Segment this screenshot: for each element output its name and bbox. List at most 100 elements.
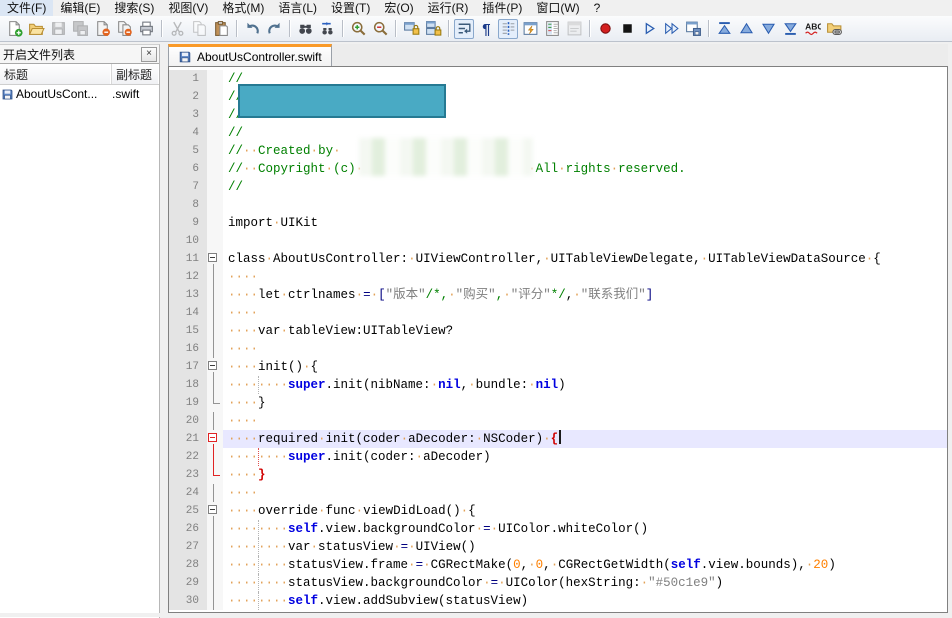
code-text[interactable]: ········var·statusView·=·UIView(): [223, 538, 947, 556]
code-line-13[interactable]: 13 ····let·ctrlnames·=·["版本"/*,·"购买",·"评分…: [169, 286, 947, 304]
code-area[interactable]: 1//2//3//4//5//··Created·by· 6//··Copyrig…: [168, 66, 948, 613]
code-text[interactable]: ····: [223, 304, 947, 322]
menu-item-10[interactable]: 窗口(W): [529, 0, 586, 16]
code-text[interactable]: ····}: [223, 466, 947, 484]
code-text[interactable]: ····override·func·viewDidLoad()·{: [223, 502, 947, 520]
code-line-11[interactable]: 11 class·AboutUsController:·UIViewControl…: [169, 250, 947, 268]
code-text[interactable]: class·AboutUsController:·UIViewControlle…: [223, 250, 947, 268]
code-text[interactable]: [223, 232, 947, 250]
indent-guide-button[interactable]: [498, 18, 518, 39]
cut-button[interactable]: [167, 19, 187, 39]
code-line-16[interactable]: 16 ····: [169, 340, 947, 358]
new-file-button[interactable]: [4, 19, 24, 39]
code-text[interactable]: [223, 196, 947, 214]
menu-item-4[interactable]: 格式(M): [215, 0, 271, 16]
nav-first-button[interactable]: [714, 19, 734, 39]
menu-item-11[interactable]: ?: [587, 0, 608, 16]
spell-check-button[interactable]: [802, 19, 822, 39]
menu-item-9[interactable]: 插件(P): [475, 0, 529, 16]
fold-marker[interactable]: [207, 430, 223, 448]
print-button[interactable]: [136, 19, 156, 39]
code-line-26[interactable]: 26 ········self.view.backgroundColor·=·UI…: [169, 520, 947, 538]
close-file-button[interactable]: [92, 19, 112, 39]
menu-item-1[interactable]: 编辑(E): [53, 0, 107, 16]
code-line-15[interactable]: 15 ····var·tableView:UITableView?: [169, 322, 947, 340]
column-header-0[interactable]: 标题: [0, 64, 112, 84]
code-line-12[interactable]: 12 ····: [169, 268, 947, 286]
macro-stop-button[interactable]: [617, 19, 637, 39]
menu-item-6[interactable]: 设置(T): [324, 0, 377, 16]
macro-play-button[interactable]: [639, 19, 659, 39]
code-line-29[interactable]: 29 ········statusView.backgroundColor·=·U…: [169, 574, 947, 592]
code-line-4[interactable]: 4 //: [169, 124, 947, 142]
code-text[interactable]: import·UIKit: [223, 214, 947, 232]
menu-item-7[interactable]: 宏(O): [377, 0, 420, 16]
nav-last-button[interactable]: [780, 19, 800, 39]
code-line-24[interactable]: 24 ····: [169, 484, 947, 502]
fold-marker[interactable]: [207, 358, 223, 376]
code-text[interactable]: ····let·ctrlnames·=·["版本"/*,·"购买",·"评分"*…: [223, 286, 947, 304]
code-text[interactable]: ····: [223, 340, 947, 358]
code-text[interactable]: ········super.init(nibName:·nil,·bundle:…: [223, 376, 947, 394]
menu-item-3[interactable]: 视图(V): [161, 0, 215, 16]
macro-save-button[interactable]: [683, 19, 703, 39]
copy-button[interactable]: [189, 19, 209, 39]
tab-aboutuscontroller[interactable]: AboutUsController.swift: [168, 44, 332, 66]
code-line-27[interactable]: 27 ········var·statusView·=·UIView(): [169, 538, 947, 556]
sync-horizontal-button[interactable]: [423, 19, 443, 39]
code-text[interactable]: //: [223, 178, 947, 196]
folder-as-workspace-button[interactable]: [824, 19, 844, 39]
code-text[interactable]: ········self.view.addSubview(statusView): [223, 592, 947, 610]
code-text[interactable]: ········statusView.frame·=·CGRectMake(0,…: [223, 556, 947, 574]
code-text[interactable]: ····}: [223, 394, 947, 412]
nav-previous-button[interactable]: [736, 19, 756, 39]
code-text[interactable]: ····var·tableView:UITableView?: [223, 322, 947, 340]
macro-record-button[interactable]: [595, 19, 615, 39]
menu-item-5[interactable]: 语言(L): [271, 0, 324, 16]
code-line-19[interactable]: 19 ····}: [169, 394, 947, 412]
paste-button[interactable]: [211, 19, 231, 39]
nav-next-button[interactable]: [758, 19, 778, 39]
menu-item-2[interactable]: 搜索(S): [107, 0, 161, 16]
code-line-14[interactable]: 14 ····: [169, 304, 947, 322]
code-text[interactable]: //··Created·by·: [223, 142, 947, 160]
redo-button[interactable]: [264, 19, 284, 39]
zoom-in-button[interactable]: [348, 19, 368, 39]
show-all-characters-button[interactable]: [476, 19, 496, 39]
replace-button[interactable]: [317, 19, 337, 39]
code-text[interactable]: ····: [223, 268, 947, 286]
code-line-22[interactable]: 22 ········super.init(coder:·aDecoder): [169, 448, 947, 466]
code-text[interactable]: ········super.init(coder:·aDecoder): [223, 448, 947, 466]
code-line-5[interactable]: 5 //··Created·by·: [169, 142, 947, 160]
code-text[interactable]: ········statusView.backgroundColor·=·UIC…: [223, 574, 947, 592]
code-text[interactable]: ····required·init(coder·aDecoder:·NSCode…: [223, 430, 947, 448]
save-all-button[interactable]: [70, 19, 90, 39]
code-line-17[interactable]: 17 ····init()·{: [169, 358, 947, 376]
fold-marker[interactable]: [207, 502, 223, 520]
function-completion-button[interactable]: [520, 19, 540, 39]
code-text[interactable]: ····: [223, 412, 947, 430]
find-button[interactable]: [295, 19, 315, 39]
save-button[interactable]: [48, 19, 68, 39]
undo-button[interactable]: [242, 19, 262, 39]
code-line-7[interactable]: 7 //: [169, 178, 947, 196]
document-switcher-button[interactable]: [564, 19, 584, 39]
code-text[interactable]: //··Copyright·(c)·······················…: [223, 160, 947, 178]
close-all-button[interactable]: [114, 19, 134, 39]
open-file-button[interactable]: [26, 19, 46, 39]
menu-item-8[interactable]: 运行(R): [421, 0, 476, 16]
code-line-9[interactable]: 9 import·UIKit: [169, 214, 947, 232]
fold-marker[interactable]: [207, 250, 223, 268]
code-line-28[interactable]: 28 ········statusView.frame·=·CGRectMake(…: [169, 556, 947, 574]
code-text[interactable]: //: [223, 124, 947, 142]
code-line-18[interactable]: 18 ········super.init(nibName:·nil,·bundl…: [169, 376, 947, 394]
menu-item-0[interactable]: 文件(F): [0, 0, 54, 16]
word-wrap-button[interactable]: [454, 18, 474, 39]
macro-run-multiple-button[interactable]: [661, 19, 681, 39]
doclist-row[interactable]: AboutUsCont... .swift: [0, 85, 159, 103]
code-text[interactable]: ····init()·{: [223, 358, 947, 376]
doclist-close-button[interactable]: ×: [141, 46, 157, 62]
code-line-6[interactable]: 6 //··Copyright·(c)······················…: [169, 160, 947, 178]
code-line-20[interactable]: 20 ····: [169, 412, 947, 430]
sync-vertical-button[interactable]: [401, 19, 421, 39]
